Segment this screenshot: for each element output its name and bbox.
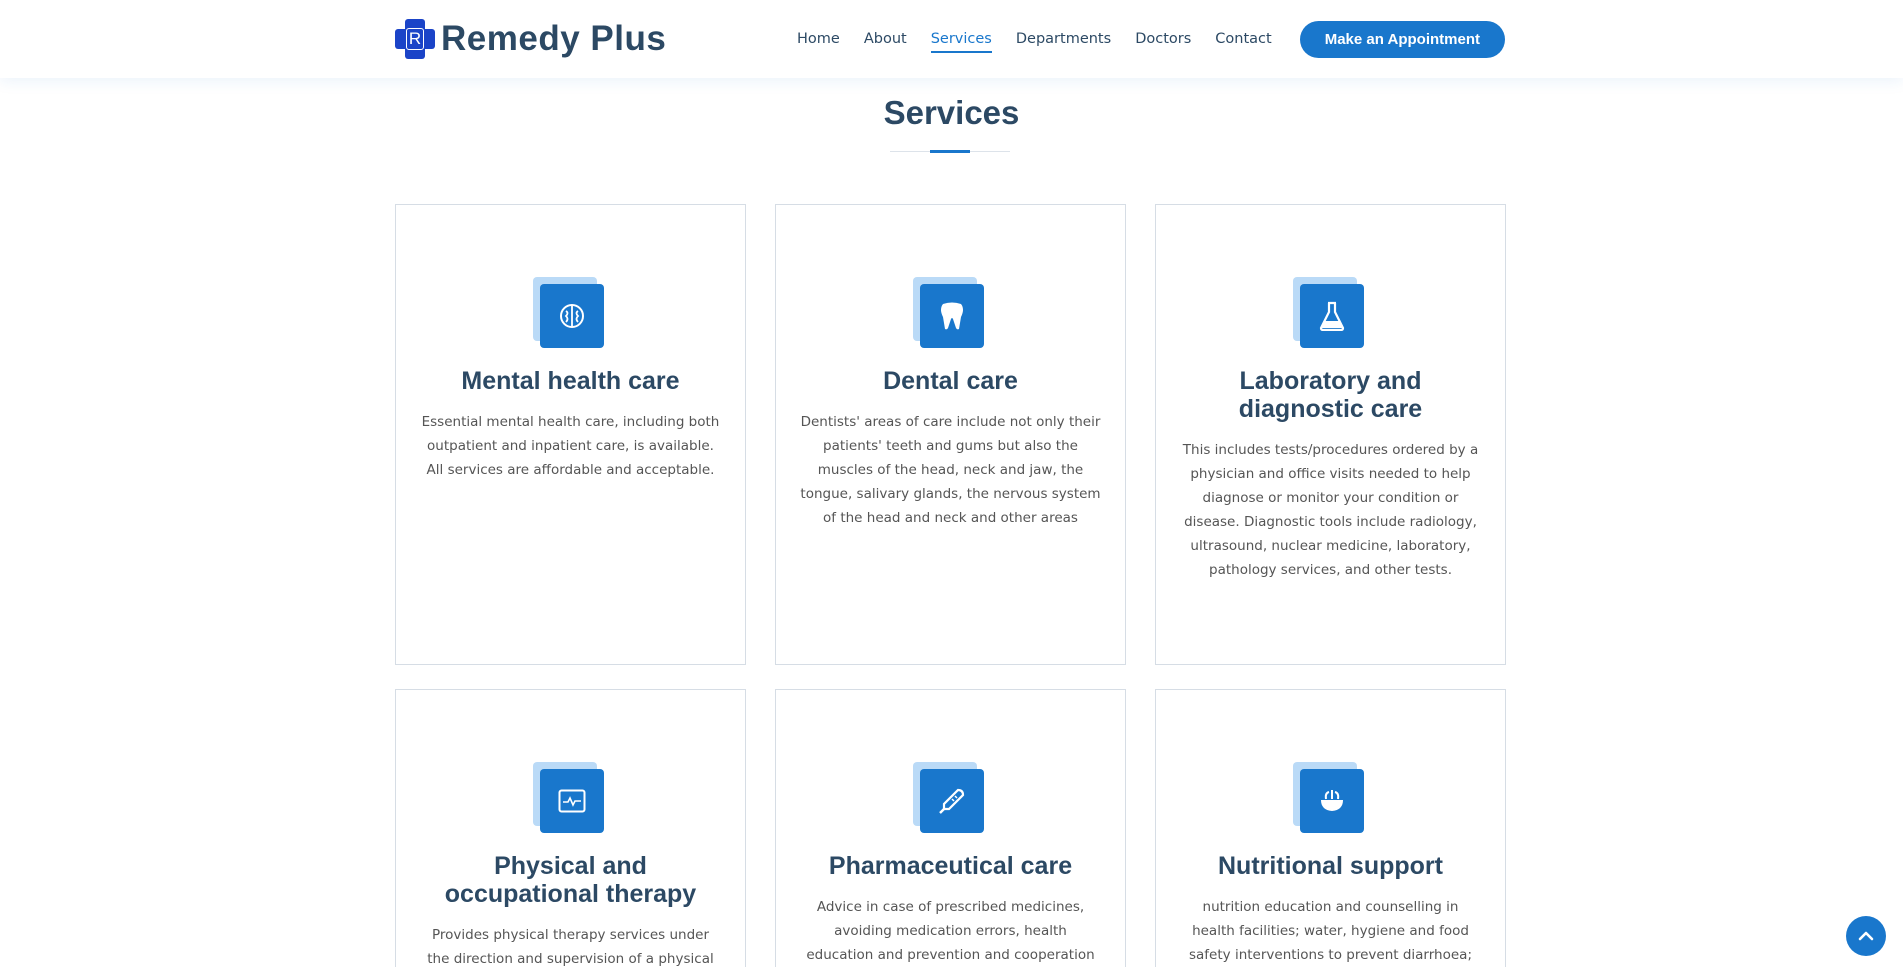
nav-about[interactable]: About	[864, 25, 907, 53]
section-heading: Services	[883, 94, 1020, 131]
service-card-laboratory[interactable]: Laboratory and diagnostic care This incl…	[1155, 204, 1506, 665]
service-description: nutrition education and counselling in h…	[1189, 899, 1472, 963]
nav-doctors[interactable]: Doctors	[1135, 25, 1191, 53]
thermometer-icon	[920, 769, 984, 833]
nav-home[interactable]: Home	[797, 25, 840, 53]
service-card-pharmaceutical[interactable]: Pharmaceutical care Advice in case of pr…	[775, 689, 1126, 967]
nav-departments[interactable]: Departments	[1016, 25, 1111, 53]
title-accent-bar	[930, 150, 970, 153]
brain-icon	[540, 284, 604, 348]
service-title: Laboratory and diagnostic care	[1238, 367, 1423, 423]
flask-icon	[1300, 284, 1364, 348]
service-icon-box	[533, 762, 604, 833]
main-nav: Home About Services Departments Doctors …	[773, 0, 1505, 78]
back-to-top-button[interactable]	[1846, 916, 1886, 956]
service-title: Nutritional support	[1218, 852, 1443, 880]
service-icon-box	[1293, 762, 1364, 833]
service-description: Provides physical therapy services under…	[427, 927, 714, 967]
food-bowl-icon	[1300, 769, 1364, 833]
header-container: R Remedy Plus Home About Services Depart…	[395, 0, 1505, 78]
logo-cross-icon: R	[395, 19, 435, 59]
service-card-mental-health[interactable]: Mental health care Essential mental heal…	[395, 204, 746, 665]
service-title: Dental care	[883, 367, 1018, 395]
service-description: Essential mental health care, including …	[421, 414, 720, 478]
service-icon-box	[913, 277, 984, 348]
logo-letter: R	[406, 28, 424, 50]
nav-contact[interactable]: Contact	[1215, 25, 1271, 53]
service-icon-box	[913, 762, 984, 833]
monitor-pulse-icon	[540, 769, 604, 833]
nav-services[interactable]: Services	[930, 25, 993, 53]
service-description: This includes tests/procedures ordered b…	[1182, 442, 1479, 578]
chevron-up-icon	[1858, 931, 1874, 941]
service-card-nutrition[interactable]: Nutritional support nutrition education …	[1155, 689, 1506, 967]
brand-name: Remedy Plus	[441, 19, 667, 58]
service-card-dental[interactable]: Dental care Dentists' areas of care incl…	[775, 204, 1126, 665]
service-title: Mental health care	[461, 367, 680, 395]
make-appointment-button[interactable]: Make an Appointment	[1299, 20, 1505, 58]
section-title: Services	[0, 94, 1903, 132]
service-icon-box	[533, 277, 604, 348]
logo[interactable]: R Remedy Plus	[395, 19, 666, 59]
service-title: Pharmaceutical care	[828, 852, 1073, 880]
service-icon-box	[1293, 277, 1364, 348]
service-card-therapy[interactable]: Physical and occupational therapy Provid…	[395, 689, 746, 967]
site-header: R Remedy Plus Home About Services Depart…	[0, 0, 1903, 78]
service-title: Physical and occupational therapy	[444, 852, 697, 908]
service-description: Advice in case of prescribed medicines, …	[806, 899, 1095, 963]
service-description: Dentists' areas of care include not only…	[800, 414, 1101, 526]
tooth-icon	[920, 284, 984, 348]
